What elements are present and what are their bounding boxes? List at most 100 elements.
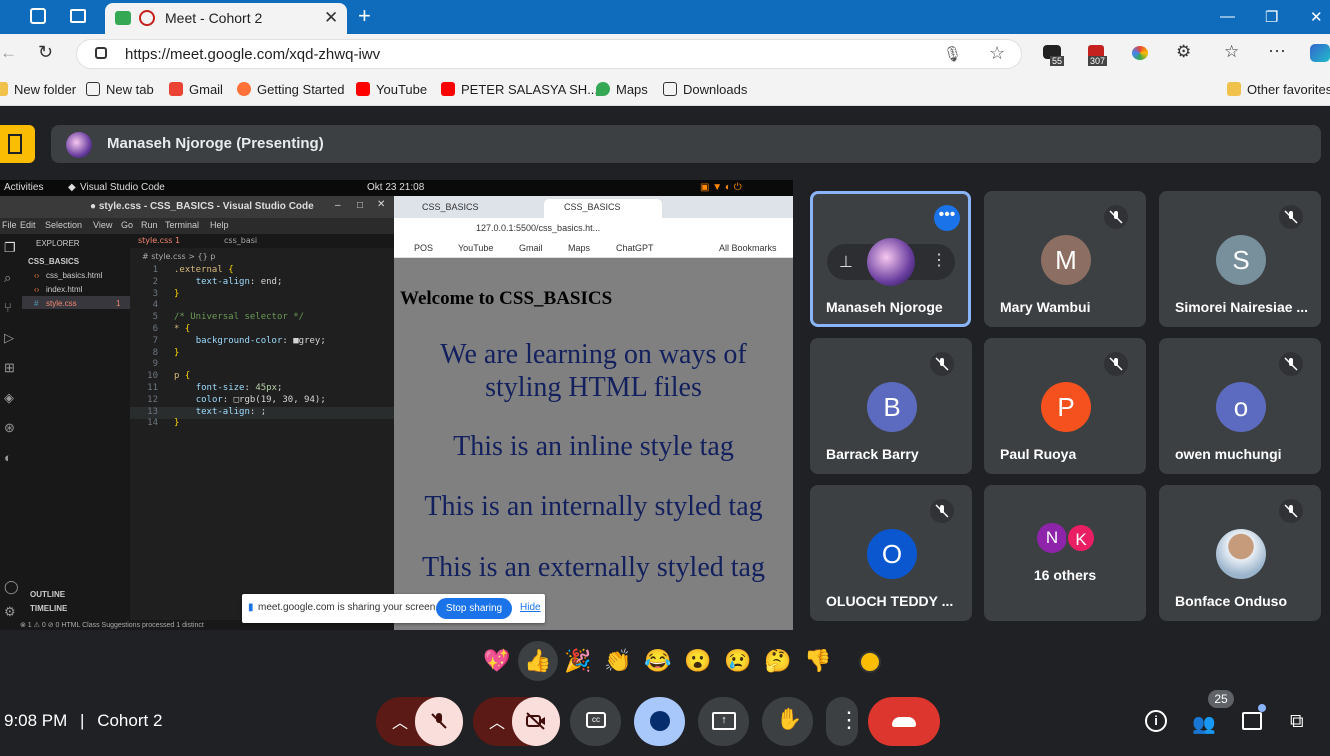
menu-file[interactable]: File xyxy=(2,220,17,230)
present-button[interactable]: ↑ xyxy=(698,697,749,746)
code-line[interactable]: 1 .external { xyxy=(130,265,394,277)
more-options-icon[interactable]: ••• xyxy=(934,205,960,231)
account-icon[interactable]: ◯ xyxy=(4,579,19,595)
code-line[interactable]: 13 text-align: ; xyxy=(130,406,394,419)
mic-toggle-button[interactable] xyxy=(415,697,463,746)
bookmark-downloads[interactable]: Downloads xyxy=(663,82,747,97)
copilot-icon[interactable] xyxy=(1310,44,1330,62)
code-line[interactable]: 6 * { xyxy=(130,324,394,336)
remote-icon[interactable]: ⊛ xyxy=(4,420,15,436)
file-index[interactable]: index.html xyxy=(46,285,82,294)
chrome-bm-chatgpt[interactable]: ChatGPT xyxy=(616,243,654,253)
reaction-thumbs-up[interactable]: 👍 xyxy=(522,648,554,674)
bookmark-peter[interactable]: PETER SALASYA SH... xyxy=(441,82,598,97)
reaction-thinking[interactable]: 🤔 xyxy=(762,648,794,674)
search-icon[interactable]: ⌕ xyxy=(4,270,11,286)
hide-button[interactable]: Hide xyxy=(520,602,541,613)
vs-close-icon[interactable]: ✕ xyxy=(377,199,385,210)
explorer-icon[interactable]: ❐ xyxy=(4,240,16,256)
restore-icon[interactable]: ❐ xyxy=(1265,8,1278,26)
url-bar[interactable]: https://meet.google.com/xqd-zhwq-iwv 🎙 ☆ xyxy=(76,39,1022,69)
reactions-button[interactable] xyxy=(634,697,685,746)
mic-options-chevron-icon[interactable]: ︿ xyxy=(392,709,408,733)
chat-icon[interactable] xyxy=(1242,712,1262,730)
folder-name[interactable]: CSS_BASICS xyxy=(28,257,79,266)
camera-options-chevron-icon[interactable]: ︿ xyxy=(489,709,505,733)
back-icon[interactable]: ← xyxy=(0,43,17,63)
meeting-details-icon[interactable]: i xyxy=(1145,710,1167,732)
reaction-clap[interactable]: 👏 xyxy=(602,648,634,674)
participant-tile-manaseh[interactable]: ••• ⊥ ⋮ Manaseh Njoroge xyxy=(810,191,971,327)
mic-icon[interactable]: 🎙 xyxy=(943,45,962,63)
code-line[interactable]: 3} xyxy=(130,289,394,301)
reaction-party[interactable]: 🎉 xyxy=(562,648,594,674)
source-control-icon[interactable]: ⑂ xyxy=(4,300,12,315)
vs-max-icon[interactable]: □ xyxy=(357,200,363,211)
more-options-button[interactable]: ⋮ xyxy=(826,697,860,746)
minimize-icon[interactable]: — xyxy=(1220,8,1235,25)
code-line[interactable]: 12 color: □rgb(19, 30, 94); xyxy=(130,395,394,407)
close-tab-icon[interactable]: ✕ xyxy=(324,8,338,28)
others-tile[interactable]: N K 16 others xyxy=(984,485,1146,621)
raise-hand-button[interactable]: ✋ xyxy=(762,697,813,746)
file-css-basics[interactable]: css_basics.html xyxy=(46,271,102,280)
chrome-url[interactable]: 127.0.0.1:5500/css_basics.ht... xyxy=(476,223,600,233)
workspaces-icon[interactable] xyxy=(30,8,46,24)
vscode-editor[interactable]: style.css 1 css_basi # style.css > {} p … xyxy=(130,234,394,630)
captions-button[interactable]: cc xyxy=(570,697,621,746)
code-line[interactable]: 10 p { xyxy=(130,371,394,383)
favorites-icon[interactable]: ☆ xyxy=(1224,42,1239,62)
close-window-icon[interactable]: ✕ xyxy=(1310,8,1323,26)
other-favorites[interactable]: Other favorites xyxy=(1227,82,1330,97)
people-icon[interactable]: 👥 xyxy=(1192,712,1216,736)
bookmark-gmail[interactable]: Gmail xyxy=(169,82,223,97)
code-line[interactable]: 9 xyxy=(130,359,394,371)
chrome-bm-maps[interactable]: Maps xyxy=(568,243,590,253)
bookmark-getting-started[interactable]: Getting Started xyxy=(237,82,344,97)
code-line[interactable]: 8} xyxy=(130,348,394,360)
file-style[interactable]: style.css xyxy=(46,299,77,308)
chrome-tab-2[interactable]: CSS_BASICS xyxy=(564,202,621,212)
chrome-bm-gmail[interactable]: Gmail xyxy=(519,243,543,253)
tile-menu-icon[interactable]: ⋮ xyxy=(931,250,947,270)
bookmark-new-tab[interactable]: New tab xyxy=(86,82,154,97)
participant-tile[interactable]: M Mary Wambui xyxy=(984,191,1146,327)
menu-terminal[interactable]: Terminal xyxy=(165,220,199,230)
menu-help[interactable]: Help xyxy=(210,220,229,230)
new-tab-icon[interactable]: + xyxy=(358,3,371,29)
tab-actions-icon[interactable] xyxy=(70,9,86,23)
bookmark-maps[interactable]: Maps xyxy=(596,82,648,97)
vs-min-icon[interactable]: – xyxy=(335,200,341,211)
reaction-surprised[interactable]: 😮 xyxy=(682,648,714,674)
extensions-icon[interactable]: ⚙ xyxy=(1176,42,1191,62)
participant-tile[interactable]: B Barrack Barry xyxy=(810,338,972,474)
participant-tile[interactable]: o owen muchungi xyxy=(1159,338,1321,474)
menu-view[interactable]: View xyxy=(93,220,112,230)
bookmark-new-folder[interactable]: New folder xyxy=(0,82,76,97)
participant-tile[interactable]: Bonface Onduso xyxy=(1159,485,1321,621)
participant-tile[interactable]: S Simorei Nairesiae ... xyxy=(1159,191,1321,327)
leave-call-button[interactable] xyxy=(868,697,940,746)
menu-go[interactable]: Go xyxy=(121,220,133,230)
star-icon[interactable]: ☆ xyxy=(989,43,1005,64)
participant-tile[interactable]: O OLUOCH TEDDY ... xyxy=(810,485,972,621)
refresh-icon[interactable]: ↻ xyxy=(38,42,53,63)
code-line[interactable]: 7 background-color: ■grey; xyxy=(130,336,394,348)
color-ext-icon[interactable] xyxy=(1132,46,1148,60)
python-icon[interactable]: ◈ xyxy=(4,390,14,406)
menu-run[interactable]: Run xyxy=(141,220,158,230)
more-menu-icon[interactable]: ··· xyxy=(1268,40,1286,61)
pin-icon[interactable]: ⊥ xyxy=(839,252,853,272)
live-share-icon[interactable]: ◐ xyxy=(4,450,12,465)
run-debug-icon[interactable]: ▷ xyxy=(4,330,14,346)
leave-door-icon[interactable] xyxy=(0,125,35,163)
bookmark-youtube[interactable]: YouTube xyxy=(356,82,427,97)
outline-section[interactable]: OUTLINE xyxy=(30,590,65,599)
editor-tab-style[interactable]: style.css 1 xyxy=(138,236,180,245)
menu-selection[interactable]: Selection xyxy=(45,220,82,230)
stop-sharing-button[interactable]: Stop sharing xyxy=(436,598,512,619)
manage-gear-icon[interactable]: ⚙ xyxy=(4,604,16,620)
editor-tab-html[interactable]: css_basi xyxy=(224,236,257,245)
reaction-cry[interactable]: 😢 xyxy=(722,648,754,674)
code-line[interactable]: 2 text-align: end; xyxy=(130,277,394,289)
